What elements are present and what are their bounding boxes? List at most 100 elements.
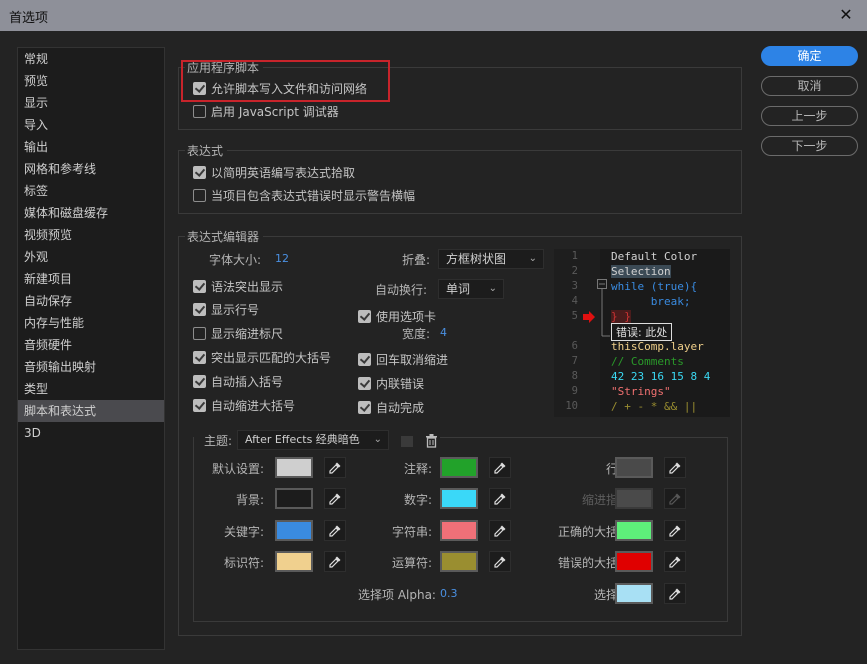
theme-select[interactable]: After Effects 经典暗色 ⌄ xyxy=(237,430,389,450)
preferences-dialog: 常规 预览 显示 导入 输出 网格和参考线 标签 媒体和磁盘缓存 视频预览 外观 新建项目 自动保存内… xyxy=(0,31,867,664)
theme-label: 主题: xyxy=(204,434,233,448)
selection-alpha-value[interactable]: 0.3 xyxy=(440,587,458,600)
editor-option-checkbox[interactable]: 自动缩进大括号 xyxy=(193,396,295,414)
category-list[interactable]: 常规 预览 显示 导入 输出 网格和参考线 标签 媒体和磁盘缓存 视频预览 外观 新建项目 自动保存内… xyxy=(17,47,165,650)
sidebar-item[interactable]: 新建项目 xyxy=(18,268,164,290)
checkbox-box[interactable] xyxy=(358,400,371,414)
color-swatch[interactable] xyxy=(275,488,313,509)
eyedropper-icon[interactable] xyxy=(664,583,686,604)
checkbox-label: 以简明英语编写表达式拾取 xyxy=(211,165,356,180)
js-debugger-checkbox[interactable]: 启用 JavaScript 调试器 xyxy=(193,102,339,120)
sidebar-item[interactable]: 脚本和表达式 xyxy=(18,400,164,422)
color-swatch[interactable] xyxy=(440,551,478,572)
color-swatch[interactable] xyxy=(615,551,653,572)
code-line: } } xyxy=(611,310,631,323)
sidebar-item[interactable]: 常规 xyxy=(18,48,164,70)
checkbox-label: 突出显示匹配的大括号 xyxy=(211,350,332,365)
checkbox-box[interactable] xyxy=(358,352,371,366)
line-number: 3 xyxy=(571,280,578,292)
ok-button[interactable]: 确定 xyxy=(761,46,858,66)
sidebar-item[interactable]: 音频硬件 xyxy=(18,334,164,356)
inline-error-message: 错误: 此处 xyxy=(611,323,673,341)
fold-select[interactable]: 方框树状图 ⌄ xyxy=(438,249,544,269)
editor-option-checkbox[interactable]: 自动完成 xyxy=(358,398,424,416)
checkbox-box[interactable] xyxy=(193,350,206,364)
eyedropper-icon[interactable] xyxy=(664,551,686,572)
eyedropper-icon[interactable] xyxy=(664,457,686,478)
checkbox-box[interactable] xyxy=(193,326,206,340)
color-label: 运算符: xyxy=(391,556,432,570)
checkbox-box[interactable] xyxy=(358,376,371,390)
sidebar-item[interactable]: 类型 xyxy=(18,378,164,400)
editor-option-checkbox[interactable]: 自动插入括号 xyxy=(193,372,283,390)
save-theme-icon[interactable] xyxy=(401,436,413,447)
checkbox-label: 内联错误 xyxy=(376,376,425,391)
sidebar-item[interactable]: 外观 xyxy=(18,246,164,268)
color-label: 关键字: xyxy=(223,525,264,539)
sidebar-item[interactable]: 3D xyxy=(18,422,164,444)
warning-banner-checkbox[interactable]: 当项目包含表达式错误时显示警告横幅 xyxy=(193,186,415,204)
checkbox-box[interactable] xyxy=(193,302,206,316)
code-line: Default Color xyxy=(611,250,698,263)
eyedropper-icon[interactable] xyxy=(324,457,346,478)
sidebar-item[interactable]: 标签 xyxy=(18,180,164,202)
code-line: break; xyxy=(611,295,691,308)
eyedropper-icon[interactable] xyxy=(664,520,686,541)
color-swatch[interactable] xyxy=(275,520,313,541)
checkbox-box[interactable] xyxy=(193,188,206,202)
sidebar-item[interactable]: 导入 xyxy=(18,114,164,136)
color-swatch[interactable] xyxy=(440,520,478,541)
editor-option-checkbox[interactable]: 显示行号 xyxy=(193,300,259,318)
color-swatch[interactable] xyxy=(440,488,478,509)
checkbox-box[interactable] xyxy=(193,398,206,412)
line-number: 7 xyxy=(571,355,578,367)
sidebar-item[interactable]: 媒体和磁盘缓存 xyxy=(18,202,164,224)
editor-option-checkbox[interactable]: 回车取消缩进 xyxy=(358,350,448,368)
trash-icon[interactable] xyxy=(425,434,438,448)
checkbox-box[interactable] xyxy=(193,279,206,293)
sidebar-item[interactable]: 预览 xyxy=(18,70,164,92)
title-bar: 首选项 ✕ xyxy=(0,0,867,31)
code-line: Selection xyxy=(611,265,671,278)
checkbox-box[interactable] xyxy=(358,309,371,323)
chevron-down-icon: ⌄ xyxy=(528,253,537,264)
sidebar-item[interactable]: 显示 xyxy=(18,92,164,114)
eyedropper-icon[interactable] xyxy=(324,520,346,541)
checkbox-box[interactable] xyxy=(193,104,206,118)
word-wrap-value: 单词 xyxy=(446,282,471,296)
checkbox-label: 显示缩进标尺 xyxy=(211,326,284,341)
close-icon[interactable]: ✕ xyxy=(835,4,857,26)
sidebar-item[interactable]: 视频预览 xyxy=(18,224,164,246)
cancel-button[interactable]: 取消 xyxy=(761,76,858,96)
fold-label: 折叠: xyxy=(402,253,431,267)
sidebar-item[interactable]: 输出 xyxy=(18,136,164,158)
sidebar-item[interactable]: 音频输出映射 xyxy=(18,356,164,378)
sidebar-item[interactable]: 网格和参考线 xyxy=(18,158,164,180)
color-swatch[interactable] xyxy=(440,457,478,478)
word-wrap-select[interactable]: 单词 ⌄ xyxy=(438,279,504,299)
color-swatch[interactable] xyxy=(615,520,653,541)
editor-option-checkbox[interactable]: 语法突出显示 xyxy=(193,277,283,295)
color-swatch[interactable] xyxy=(275,551,313,572)
font-size-value[interactable]: 12 xyxy=(275,252,289,265)
eyedropper-icon[interactable] xyxy=(324,551,346,572)
editor-option-checkbox[interactable]: 内联错误 xyxy=(358,374,424,392)
sidebar-item[interactable]: 内存与性能 xyxy=(18,312,164,334)
color-swatch[interactable] xyxy=(615,457,653,478)
error-arrow-icon xyxy=(583,311,595,323)
sidebar-item[interactable]: 自动保存 xyxy=(18,290,164,312)
color-swatch[interactable] xyxy=(615,583,653,604)
plain-english-checkbox[interactable]: 以简明英语编写表达式拾取 xyxy=(193,163,355,181)
checkbox-box[interactable] xyxy=(193,374,206,388)
checkbox-box[interactable] xyxy=(193,165,206,179)
previous-button[interactable]: 上一步 xyxy=(761,106,858,126)
color-swatch[interactable] xyxy=(275,457,313,478)
editor-option-checkbox[interactable]: 显示缩进标尺 xyxy=(193,324,283,342)
editor-option-checkbox[interactable]: 使用选项卡 xyxy=(358,307,436,325)
editor-option-checkbox[interactable]: 突出显示匹配的大括号 xyxy=(193,348,331,366)
checkbox-label: 显示行号 xyxy=(211,302,260,317)
next-button[interactable]: 下一步 xyxy=(761,136,858,156)
tab-width-value[interactable]: 4 xyxy=(440,326,447,339)
eyedropper-icon[interactable] xyxy=(324,488,346,509)
line-number: 10 xyxy=(565,400,578,412)
